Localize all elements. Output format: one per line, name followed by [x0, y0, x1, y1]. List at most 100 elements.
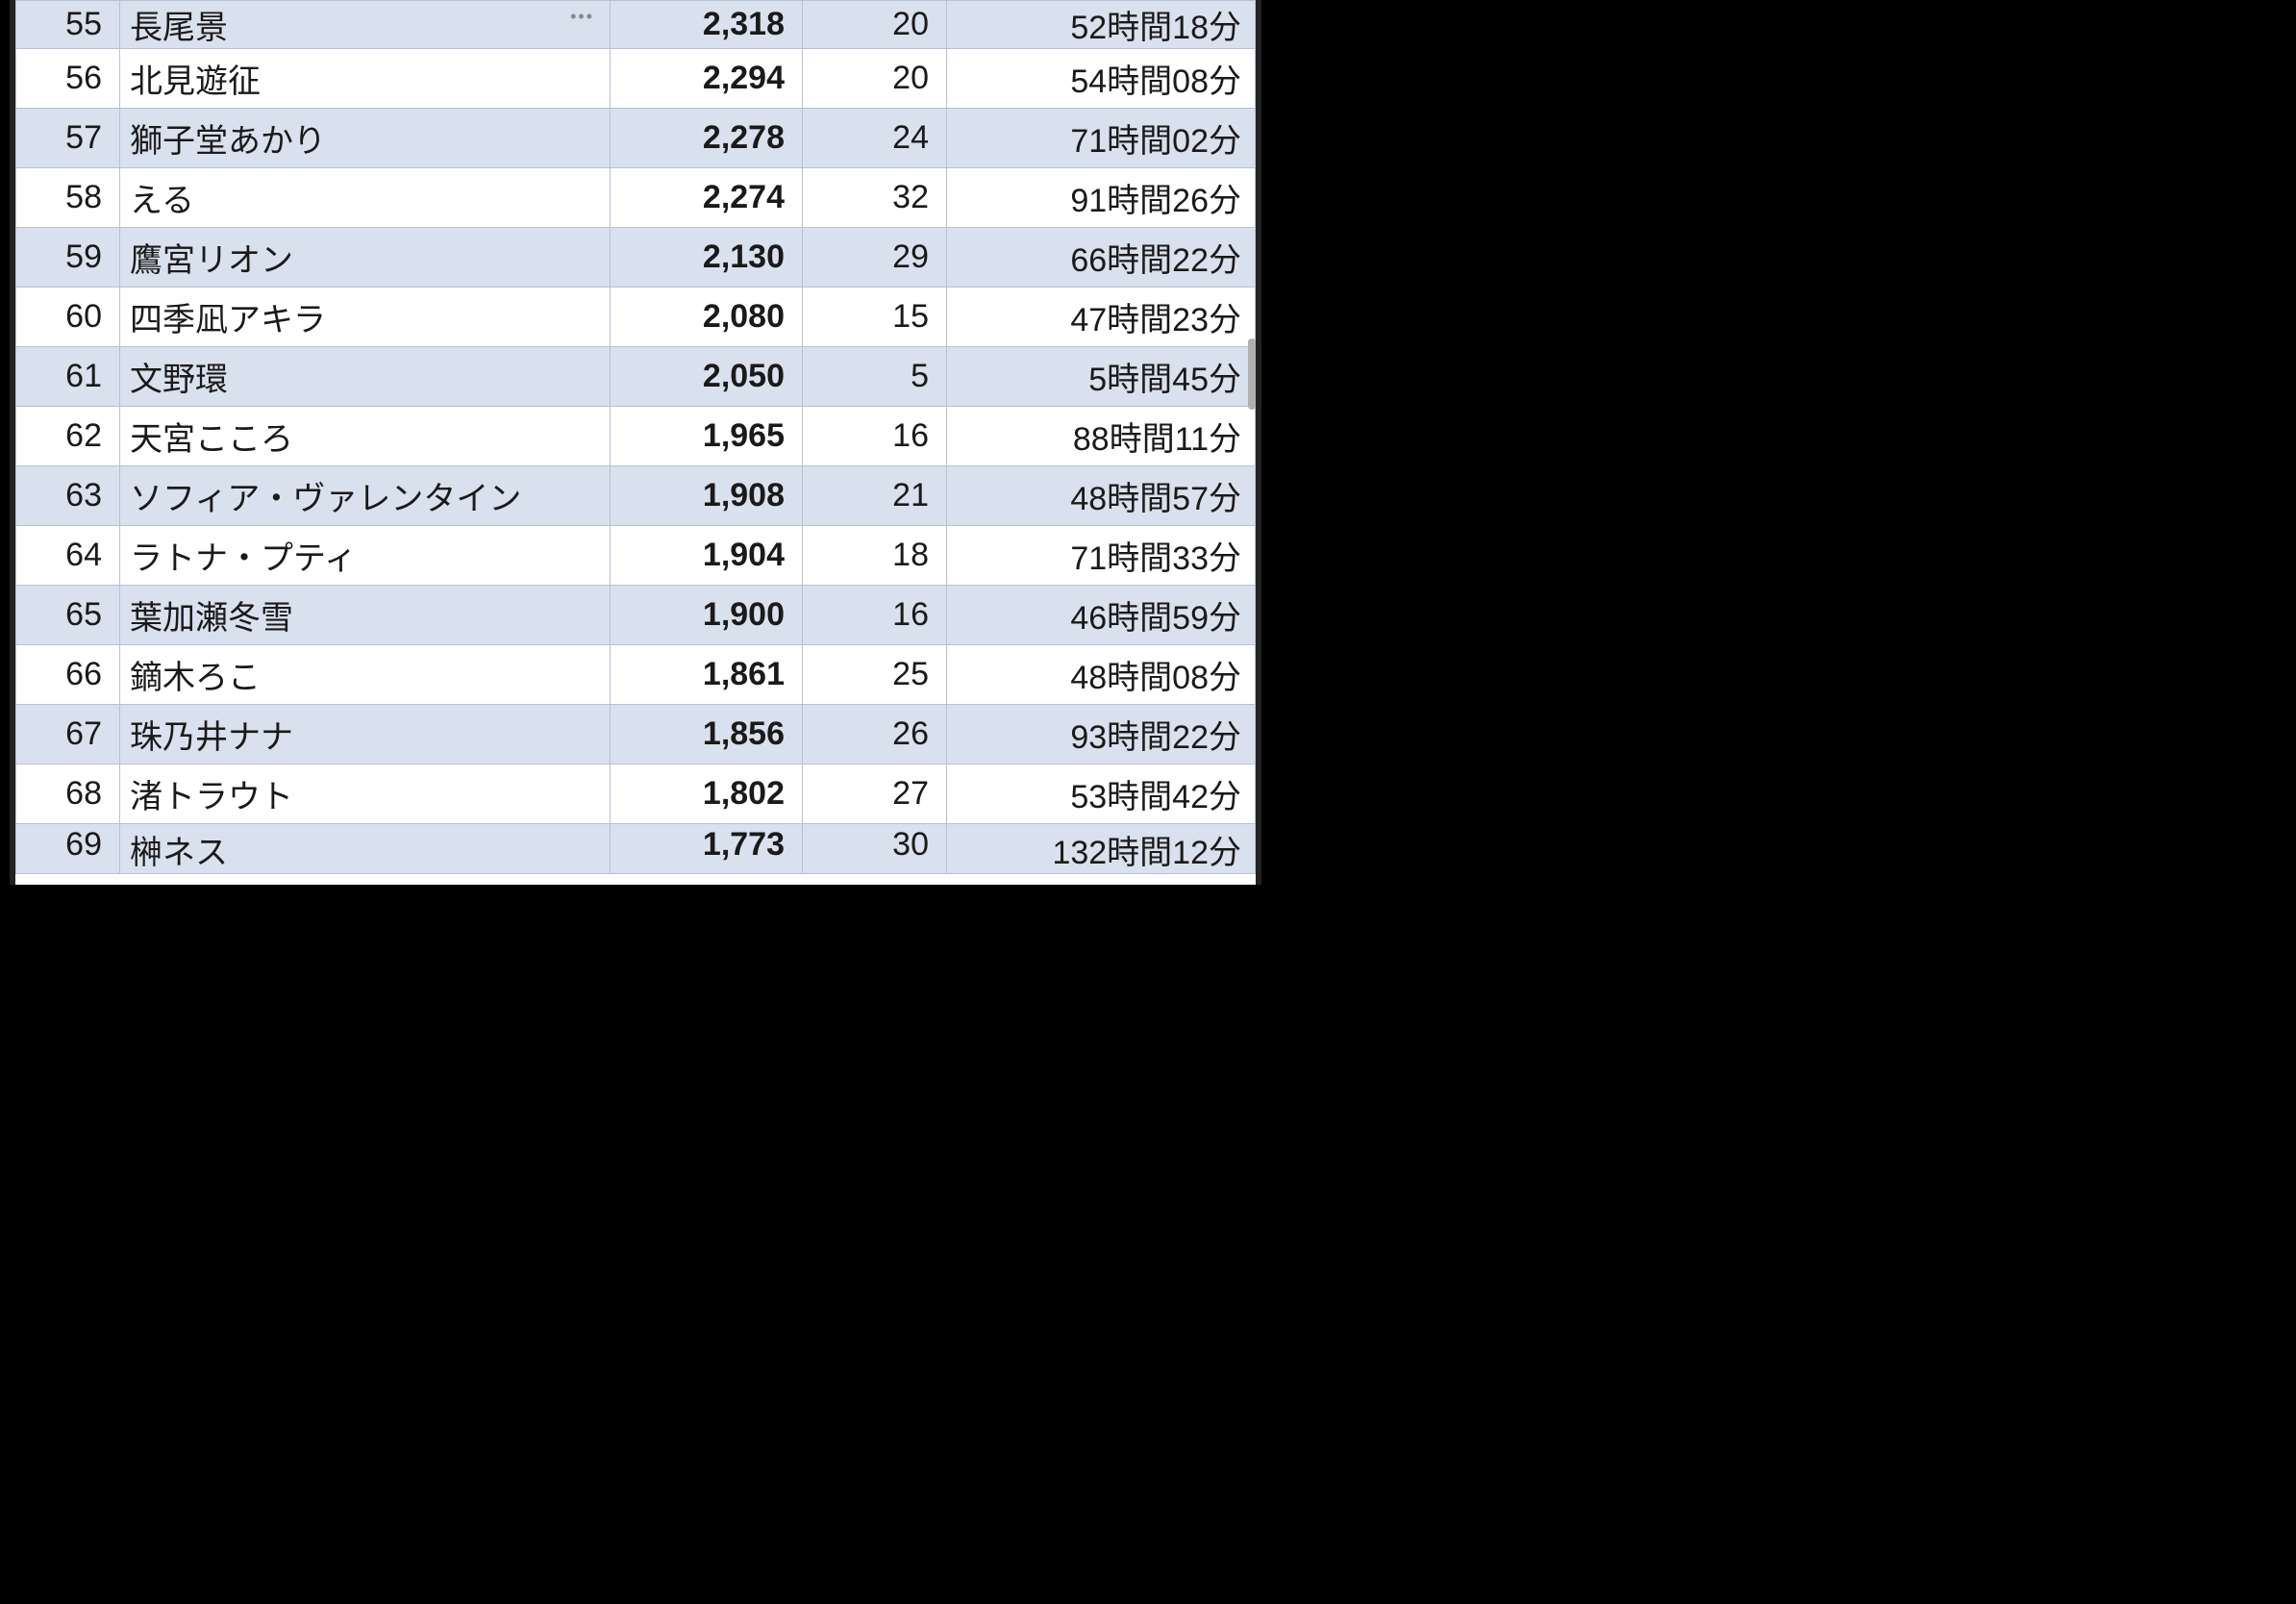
table-row[interactable]: 65 葉加瀬冬雪 1,9001646時間59分 [16, 586, 1256, 645]
value-cell: 1,861 [611, 645, 803, 705]
table-row[interactable]: 55 長尾景 ••• 2,3182052時間18分 [16, 1, 1256, 49]
name-cell: ラトナ・プティ [120, 526, 611, 586]
home-indicator[interactable] [499, 874, 768, 879]
vertical-scrollbar[interactable] [1248, 338, 1256, 410]
rank-cell: 59 [16, 228, 120, 288]
value-cell: 2,318 [611, 1, 803, 49]
rank-cell: 69 [16, 824, 120, 874]
value-cell: 1,773 [611, 824, 803, 874]
count-cell: 27 [803, 764, 947, 824]
name-text: ソフィア・ヴァレンタイン [130, 481, 521, 517]
table-row[interactable]: 59鷹宮リオン2,1302966時間22分 [16, 228, 1256, 288]
count-cell: 29 [803, 228, 947, 288]
value-cell: 1,856 [611, 705, 803, 764]
value-cell: 2,294 [611, 49, 803, 109]
rank-cell: 65 [16, 586, 120, 645]
name-cell: 渚トラウト [120, 764, 611, 824]
table-row[interactable]: 58 える 2,2743291時間26分 [16, 168, 1256, 228]
count-cell: 18 [803, 526, 947, 586]
table-viewport[interactable]: 55 長尾景 ••• 2,3182052時間18分 56 北見遊征 2,2942054時間0… [10, 0, 1261, 885]
table-row[interactable]: 63ソフィア・ヴァレンタイン1,9082148時間57分 [16, 466, 1256, 526]
table-row[interactable]: 68渚トラウト1,8022753時間42分 [16, 764, 1256, 824]
name-text: ラトナ・プティ [130, 540, 357, 577]
name-text: 四季凪アキラ [130, 302, 326, 338]
duration-cell: 53時間42分 [947, 764, 1256, 824]
more-icon[interactable]: ••• [570, 7, 594, 27]
count-cell: 5 [803, 347, 947, 407]
ranking-table: 55 長尾景 ••• 2,3182052時間18分 56 北見遊征 2,2942054時間0… [15, 0, 1256, 874]
count-cell: 20 [803, 49, 947, 109]
count-cell: 16 [803, 586, 947, 645]
duration-cell: 47時間23分 [947, 288, 1256, 347]
duration-cell: 66時間22分 [947, 228, 1256, 288]
name-cell: 珠乃井ナナ [120, 705, 611, 764]
name-cell: 葉加瀬冬雪 [120, 586, 611, 645]
value-cell: 1,900 [611, 586, 803, 645]
name-cell: 獅子堂あかり [120, 109, 611, 168]
name-text: 天宮こころ [130, 421, 293, 458]
table-row[interactable]: 57 獅子堂あかり 2,2782471時間02分 [16, 109, 1256, 168]
name-text: 鷹宮リオン [130, 242, 293, 279]
name-text: 文野環 [130, 362, 228, 398]
name-text: 葉加瀬冬雪 [130, 600, 293, 637]
value-cell: 2,278 [611, 109, 803, 168]
name-cell: 天宮こころ [120, 407, 611, 466]
rank-cell: 56 [16, 49, 120, 109]
duration-cell: 5時間45分 [947, 347, 1256, 407]
duration-cell: 91時間26分 [947, 168, 1256, 228]
count-cell: 20 [803, 1, 947, 49]
duration-cell: 132時間12分 [947, 824, 1256, 874]
rank-cell: 66 [16, 645, 120, 705]
duration-cell: 88時間11分 [947, 407, 1256, 466]
table-row[interactable]: 60四季凪アキラ2,0801547時間23分 [16, 288, 1256, 347]
table-row[interactable]: 66 鏑木ろこ 1,8612548時間08分 [16, 645, 1256, 705]
rank-cell: 55 [16, 1, 120, 49]
value-cell: 1,965 [611, 407, 803, 466]
name-cell: 鷹宮リオン [120, 228, 611, 288]
table-row[interactable]: 56 北見遊征 2,2942054時間08分 [16, 49, 1256, 109]
table-row[interactable]: 64ラトナ・プティ1,9041871時間33分 [16, 526, 1256, 586]
duration-cell: 54時間08分 [947, 49, 1256, 109]
rank-cell: 60 [16, 288, 120, 347]
name-cell: 四季凪アキラ [120, 288, 611, 347]
duration-cell: 46時間59分 [947, 586, 1256, 645]
table-row[interactable]: 62 天宮こころ 1,9651688時間11分 [16, 407, 1256, 466]
table-row[interactable]: 67珠乃井ナナ1,8562693時間22分 [16, 705, 1256, 764]
name-cell: 文野環 [120, 347, 611, 407]
count-cell: 24 [803, 109, 947, 168]
value-cell: 1,908 [611, 466, 803, 526]
name-cell: 北見遊征 [120, 49, 611, 109]
duration-cell: 71時間02分 [947, 109, 1256, 168]
name-text: 北見遊征 [130, 63, 261, 100]
value-cell: 2,080 [611, 288, 803, 347]
name-text: 榊ネス [130, 835, 228, 871]
name-cell: 長尾景 ••• [120, 1, 611, 49]
rank-cell: 63 [16, 466, 120, 526]
rank-cell: 62 [16, 407, 120, 466]
rank-cell: 58 [16, 168, 120, 228]
value-cell: 1,904 [611, 526, 803, 586]
duration-cell: 48時間08分 [947, 645, 1256, 705]
name-text: 獅子堂あかり [130, 123, 326, 160]
name-text: える [130, 183, 194, 219]
table-row[interactable]: 69榊ネス1,77330132時間12分 [16, 824, 1256, 874]
name-text: 鏑木ろこ [130, 660, 261, 696]
name-text: 渚トラウト [130, 779, 293, 815]
count-cell: 32 [803, 168, 947, 228]
value-cell: 2,274 [611, 168, 803, 228]
name-cell: ソフィア・ヴァレンタイン [120, 466, 611, 526]
rank-cell: 64 [16, 526, 120, 586]
name-cell: 榊ネス [120, 824, 611, 874]
duration-cell: 93時間22分 [947, 705, 1256, 764]
value-cell: 2,050 [611, 347, 803, 407]
count-cell: 25 [803, 645, 947, 705]
duration-cell: 52時間18分 [947, 1, 1256, 49]
rank-cell: 61 [16, 347, 120, 407]
table-row[interactable]: 61 文野環 2,05055時間45分 [16, 347, 1256, 407]
rank-cell: 57 [16, 109, 120, 168]
duration-cell: 48時間57分 [947, 466, 1256, 526]
rank-cell: 67 [16, 705, 120, 764]
rank-cell: 68 [16, 764, 120, 824]
count-cell: 16 [803, 407, 947, 466]
name-text: 長尾景 [130, 10, 228, 46]
